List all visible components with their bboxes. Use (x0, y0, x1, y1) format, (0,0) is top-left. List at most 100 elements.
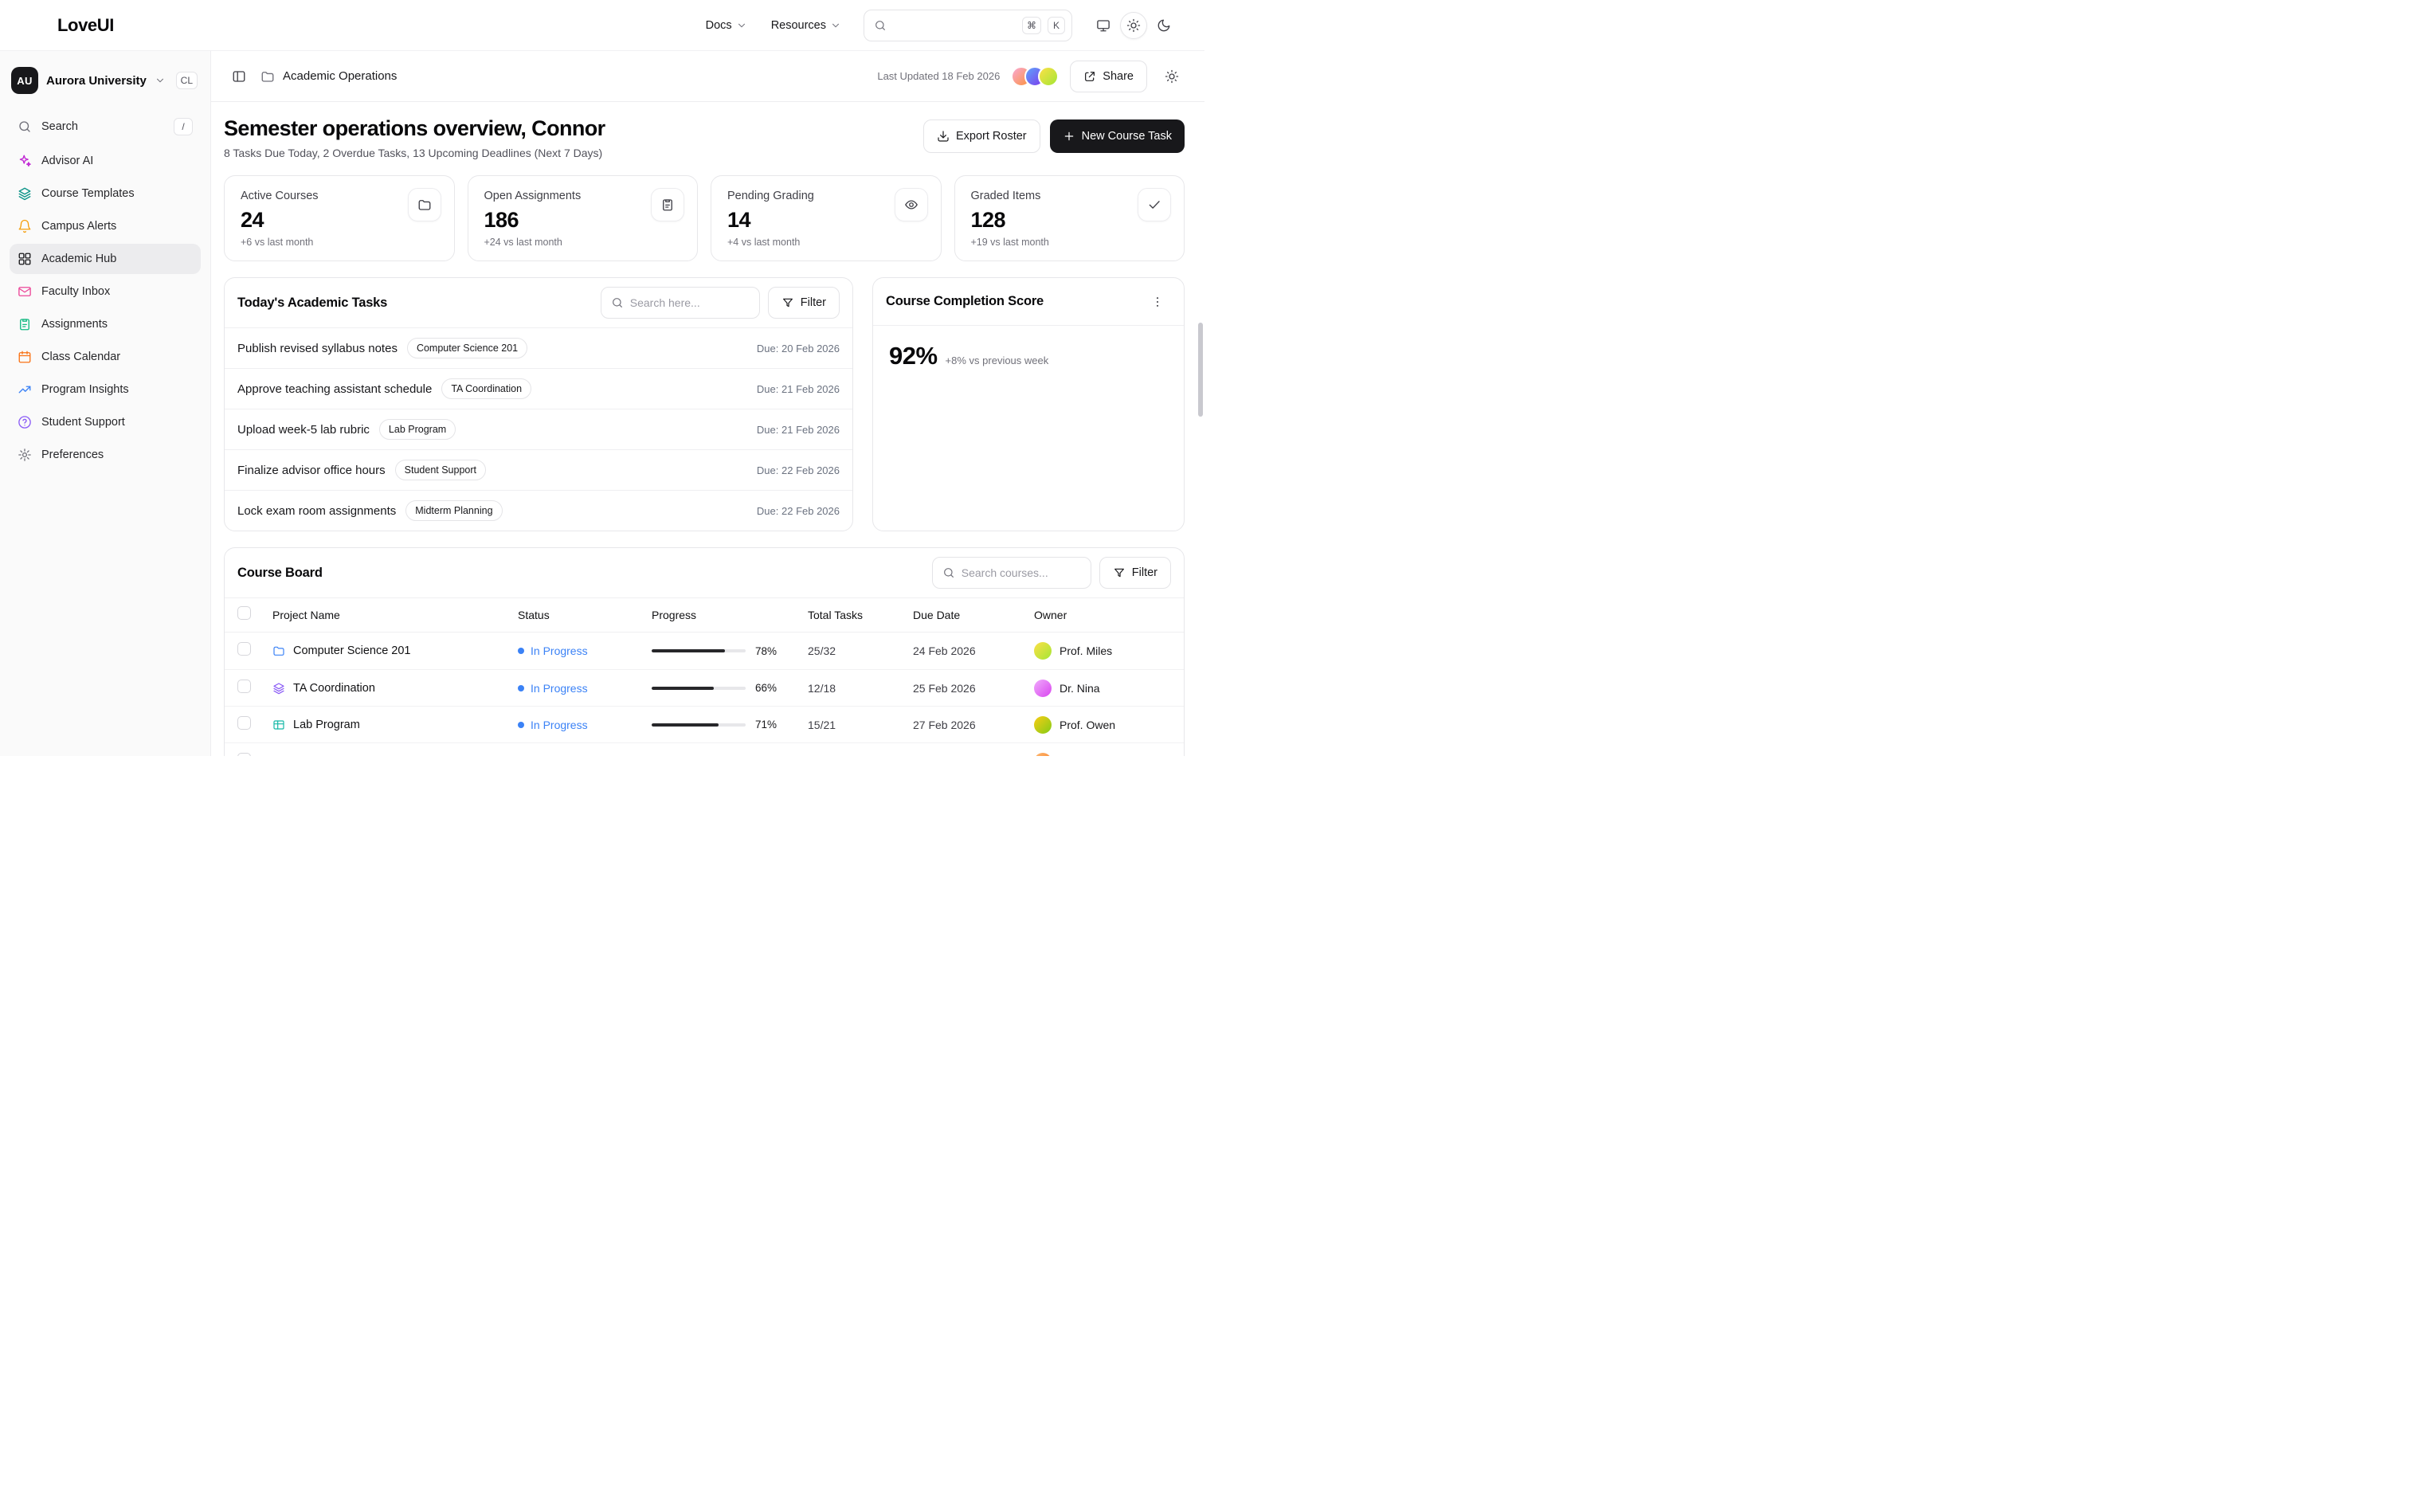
sidebar-item-advisor-ai[interactable]: Advisor AI (10, 146, 201, 176)
table-row[interactable]: Student Support In Progress 58% 10/17 01… (225, 742, 1184, 756)
sidebar-item-assignments[interactable]: Assignments (10, 309, 201, 339)
search-icon (874, 19, 887, 32)
export-roster-label: Export Roster (956, 130, 1027, 143)
select-all-checkbox[interactable] (237, 606, 251, 620)
sidebar-item-search[interactable]: Search / (10, 110, 201, 143)
column-header-due-date: Due Date (913, 609, 1034, 621)
sidebar: AU Aurora University CL Search / Advisor… (0, 51, 211, 756)
table-row[interactable]: Lab Program In Progress 71% 15/21 27 Feb… (225, 706, 1184, 742)
calendar-icon (18, 350, 32, 364)
due-date: 24 Feb 2026 (913, 644, 1034, 657)
export-roster-button[interactable]: Export Roster (923, 119, 1040, 153)
progress-percent: 78% (755, 645, 777, 657)
task-row[interactable]: Approve teaching assistant schedule TA C… (225, 368, 852, 409)
chevron-down-icon (830, 20, 841, 31)
workspace-name: Aurora University (46, 74, 147, 88)
breadcrumb: Academic Operations (283, 69, 397, 83)
docs-menu[interactable]: Docs (696, 13, 757, 38)
project-name: Lab Program (293, 719, 360, 731)
task-row[interactable]: Finalize advisor office hours Student Su… (225, 449, 852, 490)
project-name: Computer Science 201 (293, 644, 411, 657)
course-filter-button[interactable]: Filter (1099, 557, 1171, 589)
progress-percent: 71% (755, 719, 777, 731)
tasks-search[interactable] (601, 287, 760, 319)
main: Academic Operations Last Updated 18 Feb … (211, 51, 1204, 756)
tasks-filter-button[interactable]: Filter (768, 287, 840, 319)
sidebar-item-academic-hub[interactable]: Academic Hub (10, 244, 201, 274)
row-checkbox[interactable] (237, 753, 251, 757)
search-shortcut: / (174, 118, 193, 135)
stat-card-active-courses: Active Courses 24 +6 vs last month (224, 175, 455, 261)
resources-menu[interactable]: Resources (762, 13, 851, 38)
global-search-input[interactable] (893, 19, 1016, 32)
workspace-switcher[interactable]: AU Aurora University CL (10, 62, 201, 99)
score-menu-button[interactable] (1144, 288, 1171, 315)
theme-system-button[interactable] (1090, 12, 1117, 39)
task-due: Due: 21 Feb 2026 (757, 383, 840, 395)
task-row[interactable]: Upload week-5 lab rubric Lab Program Due… (225, 409, 852, 449)
folder-icon (260, 69, 275, 84)
table-row[interactable]: Computer Science 201 In Progress 78% 25/… (225, 633, 1184, 669)
sparkles-icon (18, 154, 32, 168)
table-row[interactable]: TA Coordination In Progress 66% 12/18 25… (225, 669, 1184, 706)
task-title: Approve teaching assistant schedule (237, 382, 432, 396)
sidebar-item-course-templates[interactable]: Course Templates (10, 178, 201, 209)
global-search[interactable]: ⌘ K (864, 10, 1072, 41)
theme-toggle (1090, 12, 1177, 39)
task-tag: Midterm Planning (405, 500, 502, 521)
sidebar-item-label: Campus Alerts (41, 220, 116, 233)
check-icon (1138, 188, 1171, 221)
sidebar-item-class-calendar[interactable]: Class Calendar (10, 342, 201, 372)
row-checkbox[interactable] (237, 642, 251, 656)
scrollbar[interactable] (1198, 323, 1203, 417)
progress-percent: 58% (755, 755, 777, 756)
course-board-title: Course Board (237, 566, 323, 581)
sun-icon (1126, 18, 1141, 33)
sidebar-item-faculty-inbox[interactable]: Faculty Inbox (10, 276, 201, 307)
task-title: Publish revised syllabus notes (237, 342, 398, 355)
sidebar-nav: Advisor AI Course Templates Campus Alert… (10, 146, 201, 472)
new-course-task-button[interactable]: New Course Task (1050, 119, 1185, 153)
sidebar-item-preferences[interactable]: Preferences (10, 440, 201, 470)
sidebar-item-student-support[interactable]: Student Support (10, 407, 201, 437)
grid-icon (18, 252, 32, 266)
display-settings-button[interactable] (1158, 63, 1185, 90)
share-button[interactable]: Share (1070, 61, 1147, 92)
filter-label: Filter (1132, 566, 1157, 579)
stat-card-open-assignments: Open Assignments 186 +24 vs last month (468, 175, 699, 261)
sidebar-item-program-insights[interactable]: Program Insights (10, 374, 201, 405)
eye-icon (895, 188, 928, 221)
table-header: Project Name Status Progress Total Tasks… (225, 597, 1184, 633)
table-icon (272, 719, 285, 731)
row-checkbox[interactable] (237, 716, 251, 730)
column-header-total-tasks: Total Tasks (808, 609, 913, 621)
task-title: Lock exam room assignments (237, 504, 396, 518)
avatar (1034, 680, 1052, 697)
sidebar-item-campus-alerts[interactable]: Campus Alerts (10, 211, 201, 241)
plus-icon (1063, 130, 1075, 143)
task-row[interactable]: Publish revised syllabus notes Computer … (225, 327, 852, 368)
sun-icon (1165, 69, 1179, 84)
status-badge: In Progress (531, 644, 588, 657)
layers-icon (18, 186, 32, 201)
course-search-input[interactable] (962, 566, 1084, 579)
filter-icon (781, 296, 794, 309)
course-search[interactable] (932, 557, 1091, 589)
search-icon (942, 566, 955, 579)
chevron-down-icon (155, 75, 166, 86)
task-due: Due: 21 Feb 2026 (757, 424, 840, 436)
column-header-project-name: Project Name (272, 609, 518, 621)
sidebar-toggle-button[interactable] (225, 63, 253, 90)
theme-light-button[interactable] (1120, 12, 1147, 39)
column-header-progress: Progress (652, 609, 808, 621)
theme-dark-button[interactable] (1150, 12, 1177, 39)
progress-bar (652, 687, 746, 690)
owner-name: Dr. Nina (1060, 682, 1100, 695)
tasks-search-input[interactable] (630, 296, 753, 309)
column-header-owner: Owner (1034, 609, 1171, 621)
task-row[interactable]: Lock exam room assignments Midterm Plann… (225, 490, 852, 531)
row-checkbox[interactable] (237, 680, 251, 693)
stat-delta: +6 vs last month (241, 237, 438, 248)
tasks-panel: Today's Academic Tasks Filter (224, 277, 853, 531)
owner-name: Dean Harper (1060, 755, 1123, 757)
